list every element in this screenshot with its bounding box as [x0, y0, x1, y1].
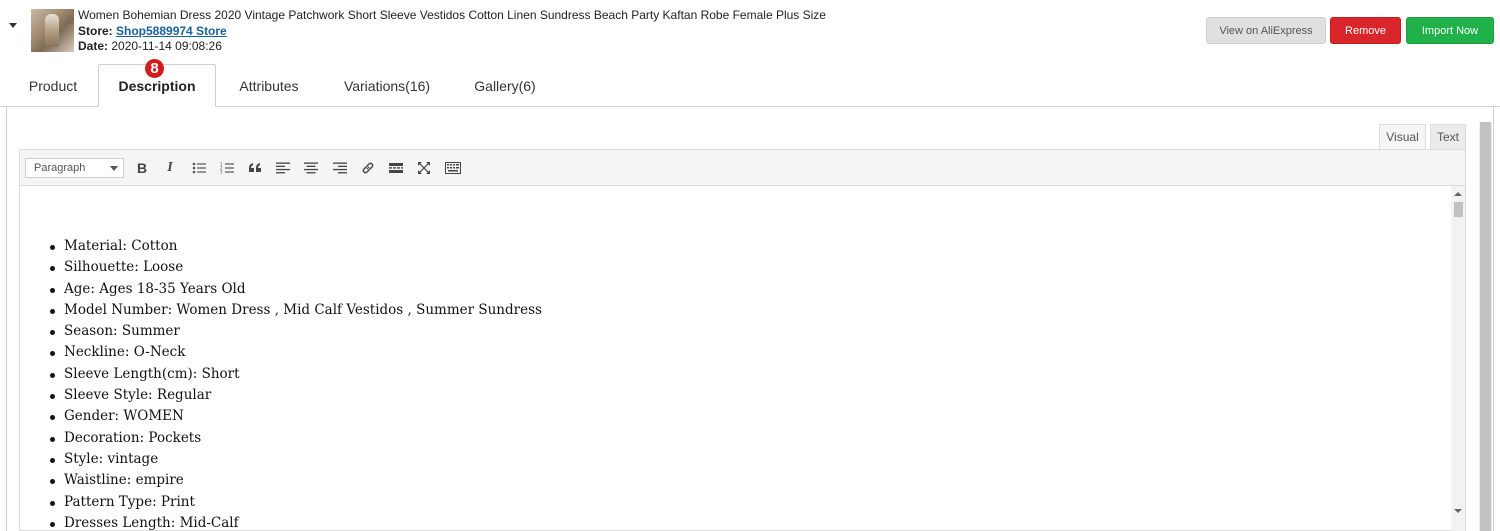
date-line: Date: 2020-11-14 09:08:26 [78, 39, 826, 55]
list-item: Decoration: Pockets [50, 428, 542, 449]
editor-toolbar: Paragraph B I 123 [20, 150, 1465, 186]
editor-scroll-thumb[interactable] [1454, 202, 1463, 217]
align-right-icon[interactable] [330, 158, 350, 178]
list-item: Style: vintage [50, 449, 542, 470]
page-scrollbar[interactable] [1479, 122, 1492, 531]
step-badge: 8 [145, 59, 164, 78]
list-item: Model Number: Women Dress , Mid Calf Ves… [50, 300, 542, 321]
product-meta: Women Bohemian Dress 2020 Vintage Patchw… [78, 8, 826, 55]
page-scroll-thumb[interactable] [1480, 122, 1491, 531]
list-item: Season: Summer [50, 321, 542, 342]
remove-button[interactable]: Remove [1330, 17, 1401, 44]
bulleted-list-icon[interactable] [189, 158, 209, 178]
read-more-icon[interactable] [386, 158, 406, 178]
bold-icon[interactable]: B [132, 158, 152, 178]
svg-text:3: 3 [220, 170, 223, 175]
scroll-up-icon[interactable] [1454, 192, 1462, 196]
text-mode-tab[interactable]: Text [1430, 124, 1466, 149]
store-link[interactable]: Shop5889974 Store [116, 24, 227, 38]
collapse-toggle-icon[interactable] [9, 23, 17, 28]
import-now-button[interactable]: Import Now [1406, 17, 1494, 44]
scroll-down-icon[interactable] [1454, 509, 1462, 513]
paragraph-format-select[interactable]: Paragraph [25, 158, 124, 178]
italic-icon[interactable]: I [160, 158, 180, 178]
list-item: Material: Cotton [50, 236, 542, 257]
tab-variations[interactable]: Variations(16) [322, 64, 452, 107]
store-label: Store: [78, 23, 113, 38]
editor-content[interactable]: Material: Cotton Silhouette: Loose Age: Ag… [20, 186, 1450, 531]
blockquote-icon[interactable] [245, 158, 265, 178]
list-item: Neckline: O-Neck [50, 342, 542, 363]
numbered-list-icon[interactable]: 123 [217, 158, 237, 178]
product-thumbnail [31, 9, 74, 52]
date-label: Date: [78, 39, 109, 53]
toolbar-toggle-icon[interactable] [443, 158, 463, 178]
tab-attributes[interactable]: Attributes [216, 64, 322, 107]
chevron-down-icon [110, 166, 118, 171]
tab-bar: Product Description Attributes Variation… [0, 64, 1500, 107]
link-icon[interactable] [358, 158, 378, 178]
align-center-icon[interactable] [301, 158, 321, 178]
list-item: Waistline: empire [50, 470, 542, 491]
list-item: Gender: WOMEN [50, 406, 542, 427]
tab-product[interactable]: Product [8, 64, 98, 107]
fullscreen-icon[interactable] [414, 158, 434, 178]
align-left-icon[interactable] [273, 158, 293, 178]
list-item: Sleeve Length(cm): Short [50, 364, 542, 385]
view-on-aliexpress-button[interactable]: View on AliExpress [1206, 17, 1326, 44]
list-item: Sleeve Style: Regular [50, 385, 542, 406]
date-value: 2020-11-14 09:08:26 [111, 39, 222, 53]
description-editor: Paragraph B I 123 Material: Cotton Silho… [19, 149, 1466, 531]
visual-mode-tab[interactable]: Visual [1379, 124, 1426, 149]
product-title: Women Bohemian Dress 2020 Vintage Patchw… [78, 8, 826, 22]
list-item: Age: Ages 18-35 Years Old [50, 279, 542, 300]
store-line: Store: Shop5889974 Store [78, 24, 826, 40]
description-list: Material: Cotton Silhouette: Loose Age: Ag… [50, 236, 542, 531]
editor-scrollbar[interactable] [1451, 186, 1465, 531]
list-item: Pattern Type: Print [50, 492, 542, 513]
list-item: Silhouette: Loose [50, 257, 542, 278]
tab-gallery[interactable]: Gallery(6) [452, 64, 558, 107]
list-item: Dresses Length: Mid-Calf [50, 513, 542, 531]
format-select-value: Paragraph [34, 162, 86, 174]
